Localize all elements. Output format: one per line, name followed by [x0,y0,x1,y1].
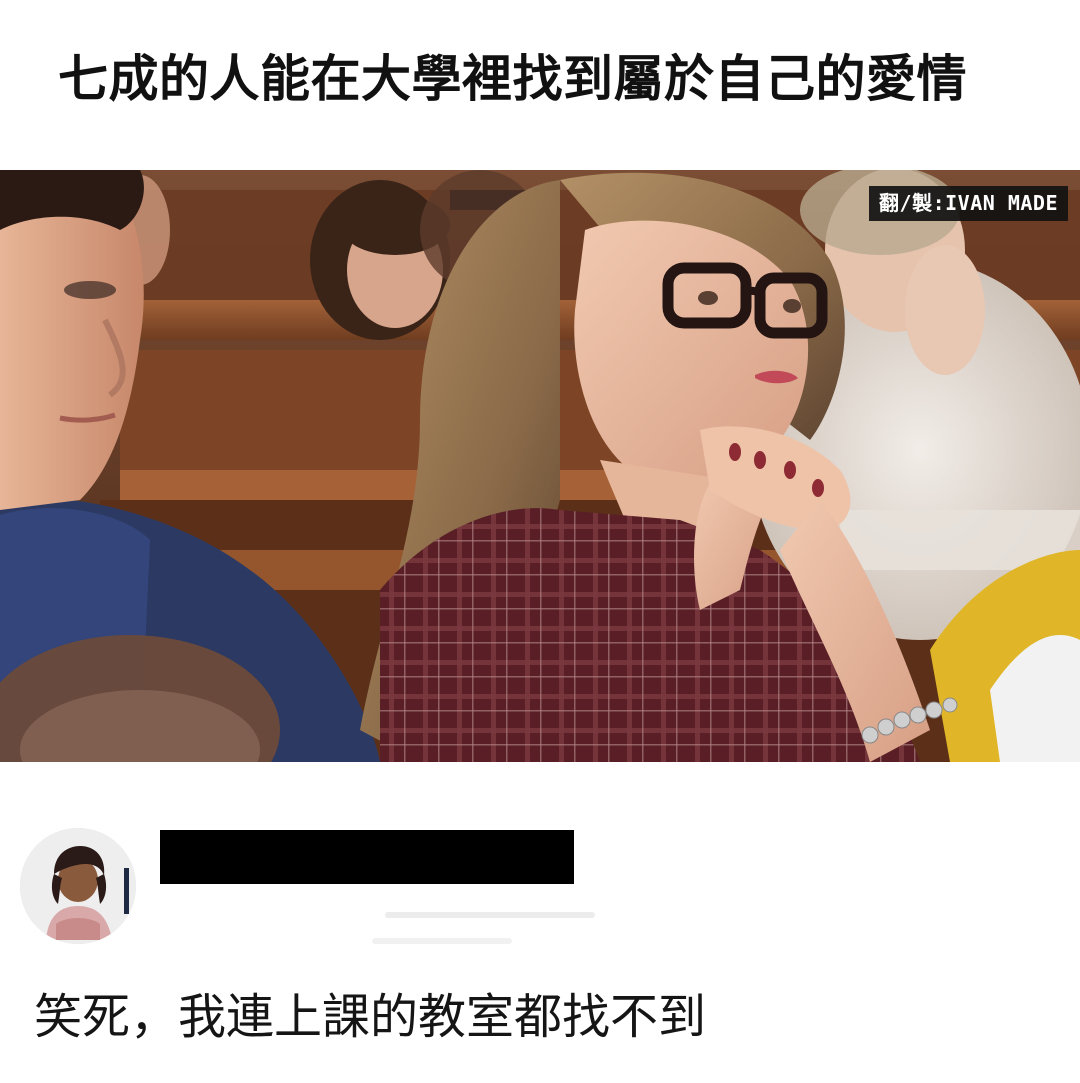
username-redaction-bar [160,830,574,884]
comment-text: 笑死，我連上課的教室都找不到 [34,989,707,1045]
avatar-character-icon [20,828,136,944]
classroom-photo: 翻/製:IVAN MADE [0,170,1080,762]
faint-timestamp-line [385,912,595,918]
commenter-avatar[interactable] [20,828,136,944]
post-headline: 七成的人能在大學裡找到屬於自己的愛情 [58,50,967,108]
watermark-label: 翻/製:IVAN MADE [869,186,1068,221]
classroom-photo-illustration [0,170,1080,762]
faint-meta-line [372,938,512,944]
